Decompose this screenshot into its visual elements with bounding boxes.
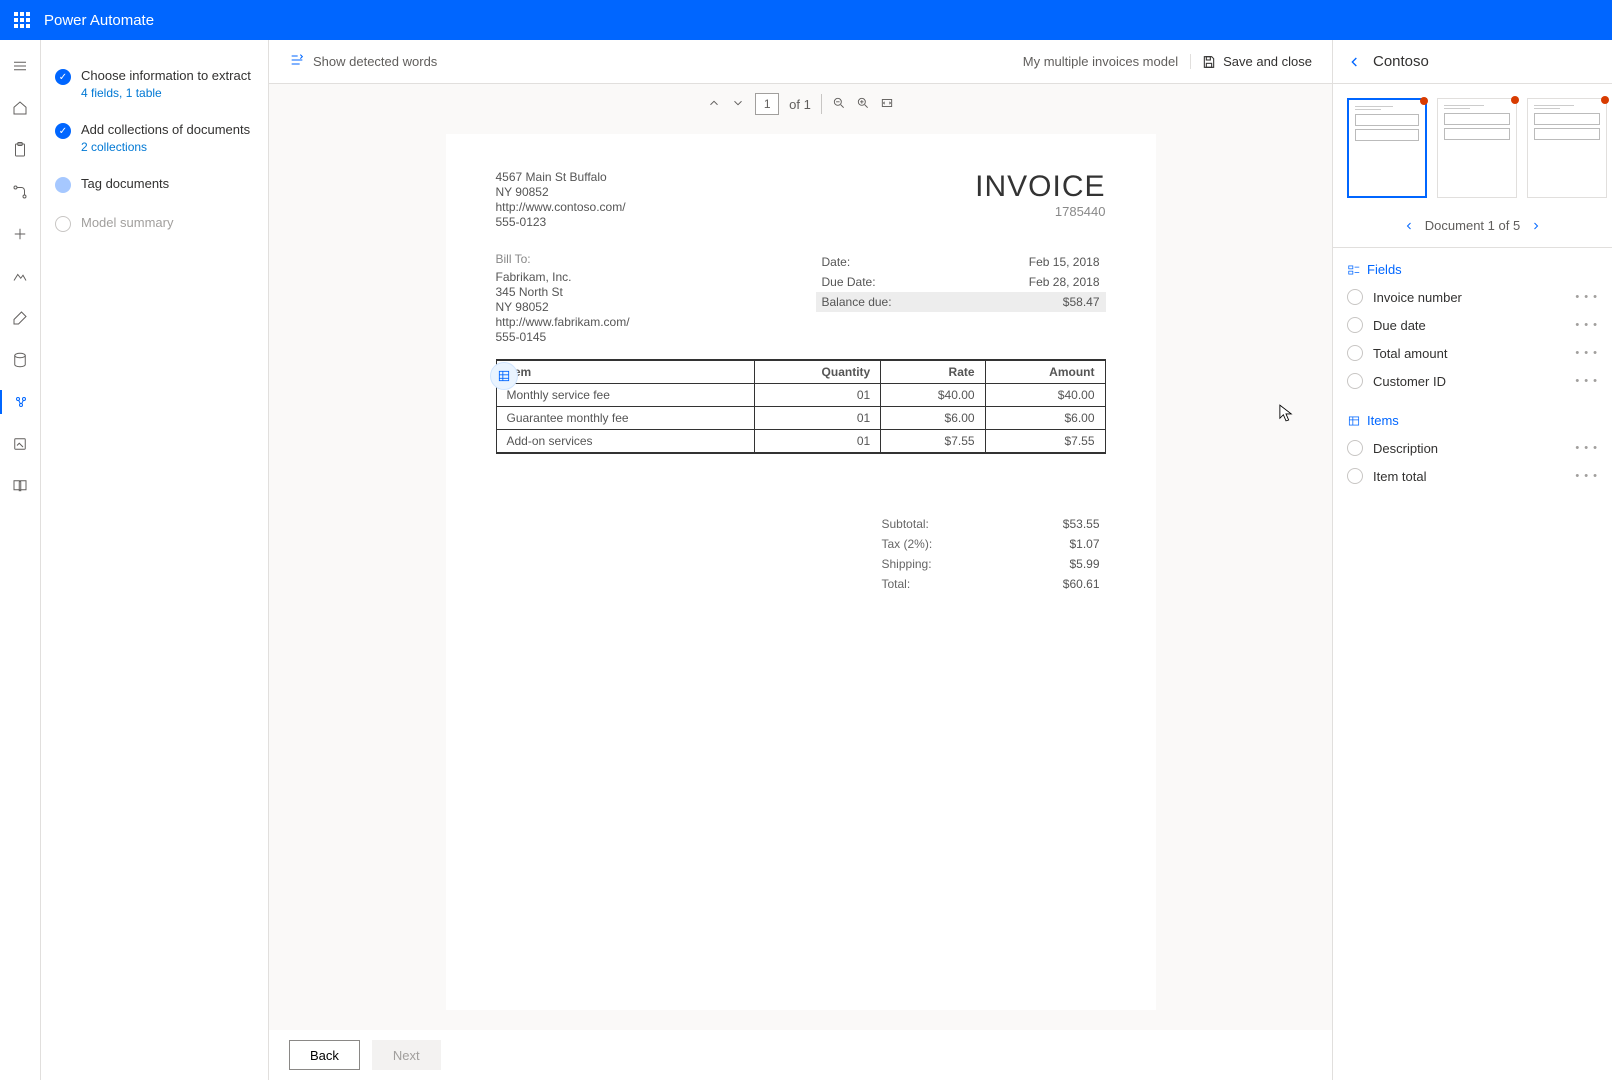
table-row: Add-on services01$7.55$7.55 <box>496 430 1105 454</box>
app-title: Power Automate <box>44 12 154 29</box>
save-and-close-button[interactable]: Save and close <box>1201 54 1312 70</box>
page-down-button[interactable] <box>731 96 745 113</box>
save-icon <box>1201 54 1217 70</box>
page-up-button[interactable] <box>707 96 721 113</box>
sender-address: 4567 Main St BuffaloNY 90852http://www.c… <box>496 170 626 230</box>
field-total-amount[interactable]: Total amount• • • <box>1347 339 1598 367</box>
more-icon[interactable]: • • • <box>1575 347 1598 359</box>
field-due-date[interactable]: Due date• • • <box>1347 311 1598 339</box>
step-choose-info[interactable]: Choose information to extract 4 fields, … <box>55 68 254 100</box>
more-icon[interactable]: • • • <box>1575 291 1598 303</box>
left-icon-rail <box>0 40 41 1080</box>
step-model-summary[interactable]: Model summary <box>55 215 254 232</box>
next-button[interactable]: Next <box>372 1040 441 1070</box>
field-customer-id[interactable]: Customer ID• • • <box>1347 367 1598 395</box>
learn-icon[interactable] <box>8 474 32 498</box>
status-circle-icon <box>1347 317 1363 333</box>
step-panel: Choose information to extract 4 fields, … <box>41 40 269 1080</box>
invoice-number: 1785440 <box>975 204 1105 219</box>
step-label: Tag documents <box>81 176 169 192</box>
step-tag-documents[interactable]: Tag documents <box>55 176 254 193</box>
zoom-in-button[interactable] <box>856 96 870 113</box>
doc-thumbnail[interactable] <box>1347 98 1427 198</box>
more-icon[interactable]: • • • <box>1575 442 1598 454</box>
items-section-header: Items <box>1347 413 1598 428</box>
status-circle-icon <box>1347 440 1363 456</box>
document-preview: 4567 Main St BuffaloNY 90852http://www.c… <box>446 134 1156 1010</box>
table-row: Monthly service fee01$40.00$40.00 <box>496 384 1105 407</box>
line-items-table: ItemQuantityRateAmount Monthly service f… <box>496 359 1106 454</box>
step-label: Choose information to extract <box>81 68 251 84</box>
fields-section-header: Fields <box>1347 262 1598 277</box>
step-sublabel: 2 collections <box>81 140 250 154</box>
fit-button[interactable] <box>880 96 894 113</box>
status-circle-icon <box>1347 345 1363 361</box>
ai-builder-icon[interactable] <box>0 390 41 414</box>
check-icon <box>55 69 71 85</box>
status-circle-icon <box>1347 289 1363 305</box>
more-icon[interactable]: • • • <box>1575 470 1598 482</box>
status-circle-icon <box>1347 468 1363 484</box>
db-icon[interactable] <box>8 348 32 372</box>
wizard-footer: Back Next <box>269 1030 1332 1080</box>
page-number-input[interactable]: 1 <box>755 93 779 115</box>
show-detected-words-button[interactable]: Show detected words <box>289 52 437 71</box>
plus-icon[interactable] <box>8 222 32 246</box>
status-circle-icon <box>1347 373 1363 389</box>
totals-block: Subtotal:$53.55 Tax (2%):$1.07 Shipping:… <box>876 514 1106 594</box>
thumbnail-strip <box>1333 84 1612 212</box>
doc-thumbnail[interactable] <box>1527 98 1607 198</box>
page-total: of 1 <box>789 97 811 112</box>
model-name: My multiple invoices model <box>1023 54 1191 69</box>
step-sublabel: 4 fields, 1 table <box>81 86 251 100</box>
clipboard-icon[interactable] <box>8 138 32 162</box>
chevron-right-icon[interactable] <box>1530 220 1542 232</box>
step-label: Model summary <box>81 215 173 231</box>
cursor-icon <box>1279 404 1293 425</box>
table-row: Guarantee monthly fee01$6.00$6.00 <box>496 407 1105 430</box>
collection-title: Contoso <box>1373 53 1429 70</box>
text-select-icon <box>289 52 305 71</box>
right-panel: Contoso Document 1 of 5 Fields Invoice n… <box>1332 40 1612 1080</box>
table-handle-icon[interactable] <box>490 362 518 390</box>
step-label: Add collections of documents <box>81 122 250 138</box>
more-icon[interactable]: • • • <box>1575 375 1598 387</box>
back-arrow-icon[interactable] <box>1347 54 1363 70</box>
hamburger-icon[interactable] <box>8 54 32 78</box>
todo-step-icon <box>55 216 71 232</box>
step-add-collections[interactable]: Add collections of documents 2 collectio… <box>55 122 254 154</box>
doc-position: Document 1 of 5 <box>1425 218 1520 233</box>
waffle-icon[interactable] <box>14 12 30 28</box>
bill-to-block: Bill To: Fabrikam, Inc.345 North StNY 98… <box>496 252 630 345</box>
field-description[interactable]: Description• • • <box>1347 434 1598 462</box>
doc-thumbnail[interactable] <box>1437 98 1517 198</box>
field-invoice-number[interactable]: Invoice number• • • <box>1347 283 1598 311</box>
home-icon[interactable] <box>8 96 32 120</box>
check-icon <box>55 123 71 139</box>
more-icon[interactable]: • • • <box>1575 319 1598 331</box>
flow-icon[interactable] <box>8 180 32 204</box>
brush-icon[interactable] <box>8 306 32 330</box>
field-item-total[interactable]: Item total• • • <box>1347 462 1598 490</box>
data-icon[interactable] <box>8 264 32 288</box>
current-step-icon <box>55 177 71 193</box>
page-toolbar: 1 of 1 <box>269 84 1332 124</box>
zoom-out-button[interactable] <box>832 96 846 113</box>
back-button[interactable]: Back <box>289 1040 360 1070</box>
top-bar: Power Automate <box>0 0 1612 40</box>
document-canvas[interactable]: 4567 Main St BuffaloNY 90852http://www.c… <box>269 124 1332 1030</box>
invoice-meta: Date:Feb 15, 2018 Due Date:Feb 28, 2018 … <box>816 252 1106 345</box>
command-bar: Show detected words My multiple invoices… <box>269 40 1332 84</box>
chevron-left-icon[interactable] <box>1403 220 1415 232</box>
solution-icon[interactable] <box>8 432 32 456</box>
invoice-title: INVOICE <box>975 170 1105 204</box>
